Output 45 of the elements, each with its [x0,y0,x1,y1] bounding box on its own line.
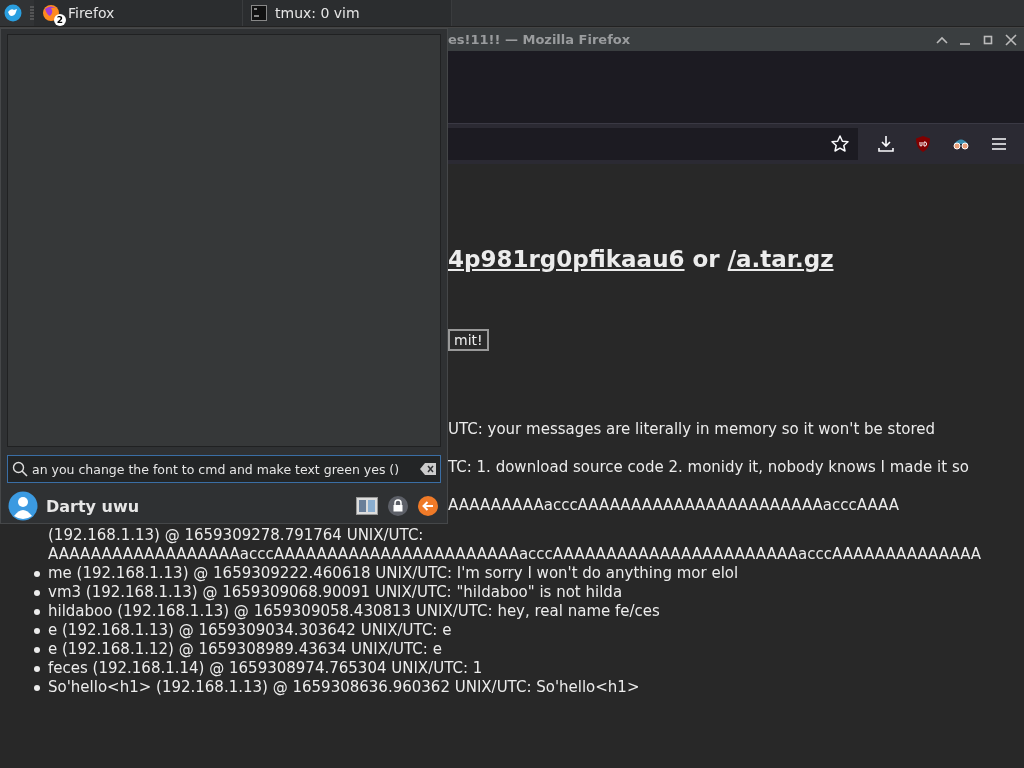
message-text: me (192.168.1.13) @ 1659309222.460618 UNIX/UTC: I'm sorry I won't do anything mor elol [48,564,739,583]
count-badge: 2 [54,14,66,26]
shield-icon[interactable] [914,135,932,153]
app-menu-icon[interactable] [4,4,22,22]
bullet-icon [34,647,40,653]
download-icon[interactable] [877,135,895,153]
menu-icon[interactable] [990,135,1008,153]
search-field[interactable]: an you change the font to cmd and make text green yes () [7,455,441,483]
bullet-icon [34,609,40,615]
taskbar-button[interactable]: tmux: 0 vim [243,0,452,26]
message-text: TC: 1. download source code 2. monidy it, nobody knows I made it so [448,458,970,477]
heading-link[interactable]: 4p981rg0pfikaau6 [448,246,685,272]
taskbar-button[interactable]: 2 Firefox [34,0,243,26]
message-text: hildaboo (192.168.1.13) @ 1659309058.430813 UNIX/UTC: hey, real name fe/ces [48,602,660,621]
clear-icon[interactable] [420,463,436,475]
heading-link[interactable]: /a.tar.gz [727,246,834,272]
message-text: AAAAAAAAAacccAAAAAAAAAAAAAAAAAAAAAAAacccAAAA [448,496,901,515]
message-text: So'hello<h1> (192.168.1.13) @ 1659308636.960362 UNIX/UTC: So'hello<h1> [48,678,640,697]
submit-button[interactable]: mit! [448,329,489,351]
lock-icon[interactable] [388,496,408,516]
user-name: Darty uwu [46,496,141,516]
bullet-icon [34,628,40,634]
avatar-icon [8,491,38,521]
switch-user-icon[interactable] [356,497,378,515]
close-icon[interactable] [1004,32,1018,47]
terminal-icon [251,5,267,21]
grip-icon[interactable] [30,6,34,20]
message-text: feces (192.168.1.14) @ 1659308974.765304 UNIX/UTC: 1 [48,659,483,678]
message-text: UTC: your messages are literally in memory so it won't be stored [448,420,937,439]
window-title: es!11!! — Mozilla Firefox [448,32,631,47]
message-text: vm3 (192.168.1.13) @ 1659309068.90091 UNIX/UTC: "hildaboo" is not hilda [48,583,623,602]
bullet-icon [34,666,40,672]
bullet-icon [34,571,40,577]
bullet-icon [34,685,40,691]
page-heading: 4p981rg0pfikaau6 or /a.tar.gz [448,245,835,274]
search-icon [12,461,28,477]
logout-icon[interactable] [418,496,438,516]
message-text: e (192.168.1.13) @ 1659309034.303642 UNIX/UTC: e [48,621,452,640]
message-text: e (192.168.1.12) @ 1659308989.43634 UNIX/UTC: e [48,640,442,659]
message-text: AAAAAAAAAAAAAAAAAAacccAAAAAAAAAAAAAAAAAAAAAAAacccAAAAAAAAAAAAAAAAAAAAAAAacccAAAAAAAAAAAAAA [48,545,982,564]
bullet-icon [34,590,40,596]
task-label: tmux: 0 vim [275,5,360,21]
message-text: (192.168.1.13) @ 1659309278.791764 UNIX/UTC: [48,526,424,545]
task-label: Firefox [68,5,115,21]
star-icon[interactable] [830,134,850,154]
